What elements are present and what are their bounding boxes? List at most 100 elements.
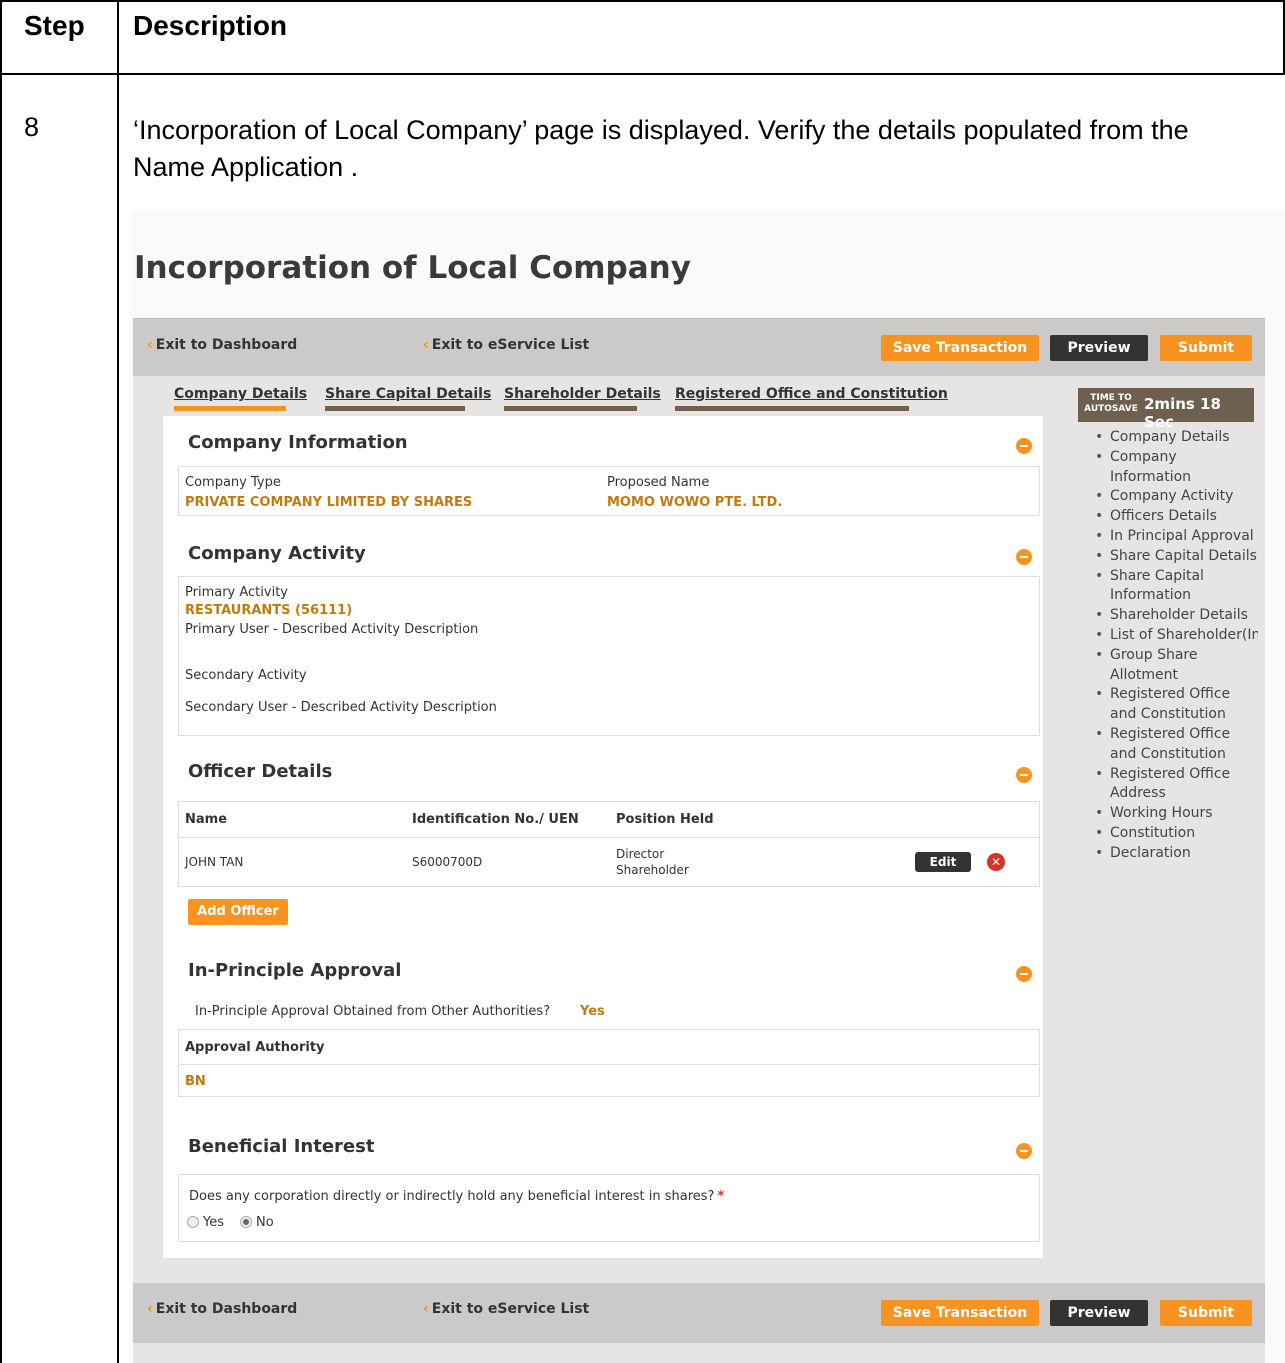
collapse-icon[interactable] xyxy=(1016,549,1032,565)
primary-activity-value: RESTAURANTS (56111) xyxy=(185,603,353,618)
company-type-value: PRIVATE COMPANY LIMITED BY SHARES xyxy=(185,495,473,510)
in-principle-question: In-Principle Approval Obtained from Othe… xyxy=(195,1004,551,1019)
column-header-name: Name xyxy=(185,812,228,827)
tab-bar: Company Details Share Capital Details Sh… xyxy=(133,376,1073,416)
autosave-time: 2mins 18 Sec xyxy=(1144,395,1221,431)
sidebar-item[interactable]: Group Share Allotment xyxy=(1086,646,1258,686)
preview-button-bottom[interactable]: Preview xyxy=(1050,1300,1148,1326)
delete-icon[interactable]: ✕ xyxy=(987,853,1005,871)
officer-details-title: Officer Details xyxy=(188,761,333,782)
chevron-left-icon: ‹ xyxy=(147,1301,153,1317)
sidebar-item[interactable]: Registered Office and Constitution xyxy=(1086,725,1258,765)
table-row-divider xyxy=(179,1064,1039,1065)
tab-share-capital-details[interactable]: Share Capital Details xyxy=(325,386,491,402)
approval-authority-header: Approval Authority xyxy=(185,1040,325,1055)
add-officer-button[interactable]: Add Officer xyxy=(188,899,288,925)
tab-indicator-active xyxy=(174,406,286,411)
tab-indicator xyxy=(325,406,465,411)
in-principle-approval-title: In-Principle Approval xyxy=(188,960,402,981)
collapse-icon[interactable] xyxy=(1016,966,1032,982)
app-window: ‹ Exit to Dashboard ‹ Exit to eService Lis… xyxy=(133,318,1265,1363)
column-divider xyxy=(117,0,119,1363)
header-description: Description xyxy=(133,10,288,41)
collapse-icon[interactable] xyxy=(1016,767,1032,783)
table-left-border xyxy=(0,0,2,1363)
page-title: Incorporation of Local Company xyxy=(134,250,691,286)
chevron-left-icon: ‹ xyxy=(423,1301,429,1317)
submit-button-bottom[interactable]: Submit xyxy=(1160,1300,1252,1326)
chevron-left-icon: ‹ xyxy=(147,337,153,353)
submit-button[interactable]: Submit xyxy=(1160,335,1252,361)
chevron-left-icon: ‹ xyxy=(423,337,429,353)
officer-table: Name Identification No./ UEN Position He… xyxy=(178,801,1040,887)
tab-shareholder-details[interactable]: Shareholder Details xyxy=(504,386,661,402)
sidebar: TIME TOAUTOSAVE 2mins 18 Sec Company Det… xyxy=(1078,376,1258,1258)
exit-dashboard-label: Exit to Dashboard xyxy=(155,337,298,353)
autosave-label-line1: TIME TO xyxy=(1090,393,1132,403)
officer-name: JOHN TAN xyxy=(185,855,244,869)
sidebar-item[interactable]: Share Capital Details xyxy=(1086,547,1258,567)
exit-eservice-link-bottom[interactable]: ‹ Exit to eService List xyxy=(423,1301,589,1317)
sidebar-item[interactable]: Company Information xyxy=(1086,448,1258,488)
officer-id: S6000700D xyxy=(412,855,483,869)
primary-user-description: Primary User - Described Activity Descri… xyxy=(185,622,479,637)
exit-eservice-label: Exit to eService List xyxy=(431,1301,590,1317)
sidebar-item[interactable]: Share Capital Information xyxy=(1086,567,1258,607)
header-row-divider xyxy=(0,73,1285,75)
column-header-id: Identification No./ UEN xyxy=(412,812,579,827)
sidebar-item[interactable]: List of Shareholder(Individu xyxy=(1086,626,1258,646)
autosave-label: TIME TO AUTOSAVE xyxy=(1081,393,1141,415)
preview-button[interactable]: Preview xyxy=(1050,335,1148,361)
sidebar-item[interactable]: Constitution xyxy=(1086,824,1258,844)
step-number: 8 xyxy=(24,112,40,142)
beneficial-interest-title: Beneficial Interest xyxy=(188,1136,375,1157)
radio-yes-label: Yes xyxy=(203,1215,224,1230)
collapse-icon[interactable] xyxy=(1016,1143,1032,1159)
company-activity-box: Primary Activity RESTAURANTS (56111) Pri… xyxy=(178,576,1040,736)
question-text: Does any corporation directly or indirec… xyxy=(189,1189,715,1204)
radio-no[interactable] xyxy=(240,1216,252,1228)
table-row-divider xyxy=(179,837,1039,838)
column-header-position: Position Held xyxy=(616,812,714,827)
radio-no-label: No xyxy=(256,1215,274,1230)
required-marker: * xyxy=(717,1189,725,1204)
sidebar-item[interactable]: Working Hours xyxy=(1086,804,1258,824)
approval-authority-value: BN xyxy=(185,1074,206,1089)
proposed-name-value: MOMO WOWO PTE. LTD. xyxy=(607,495,783,510)
exit-eservice-link[interactable]: ‹ Exit to eService List xyxy=(423,337,589,353)
header-step: Step xyxy=(24,10,85,41)
company-activity-title: Company Activity xyxy=(188,543,366,564)
company-information-title: Company Information xyxy=(188,432,408,453)
beneficial-interest-box: Does any corporation directly or indirec… xyxy=(178,1174,1040,1242)
sidebar-item[interactable]: Registered Office and Constitution xyxy=(1086,685,1258,725)
sidebar-item[interactable]: In Principal Approval xyxy=(1086,527,1258,547)
tab-registered-office[interactable]: Registered Office and Constitution xyxy=(675,386,948,402)
sidebar-item[interactable]: Company Details xyxy=(1086,428,1258,448)
exit-dashboard-label: Exit to Dashboard xyxy=(155,1301,298,1317)
in-principle-answer: Yes xyxy=(580,1004,605,1019)
sidebar-item[interactable]: Shareholder Details xyxy=(1086,606,1258,626)
collapse-icon[interactable] xyxy=(1016,438,1032,454)
tab-company-details[interactable]: Company Details xyxy=(174,386,307,402)
edit-officer-button[interactable]: Edit xyxy=(915,852,971,872)
radio-yes[interactable] xyxy=(187,1216,199,1228)
save-transaction-button-bottom[interactable]: Save Transaction xyxy=(881,1300,1039,1326)
table-top-border xyxy=(0,0,1285,2)
proposed-name-label: Proposed Name xyxy=(607,475,710,490)
save-transaction-button[interactable]: Save Transaction xyxy=(881,335,1039,361)
secondary-user-description: Secondary User - Described Activity Desc… xyxy=(185,700,497,715)
autosave-label-line2: AUTOSAVE xyxy=(1084,404,1138,414)
exit-dashboard-link[interactable]: ‹ Exit to Dashboard xyxy=(147,337,297,353)
document-table: Step Description 8 ‘Incorporation of Loc… xyxy=(0,0,1285,1363)
sidebar-item[interactable]: Registered Office Address xyxy=(1086,765,1258,805)
exit-dashboard-link-bottom[interactable]: ‹ Exit to Dashboard xyxy=(147,1301,297,1317)
exit-eservice-label: Exit to eService List xyxy=(431,337,590,353)
officer-position-2: Shareholder xyxy=(616,863,689,877)
sidebar-item[interactable]: Officers Details xyxy=(1086,507,1258,527)
sidebar-item[interactable]: Declaration xyxy=(1086,844,1258,864)
secondary-activity-label: Secondary Activity xyxy=(185,668,307,683)
sidebar-item[interactable]: Company Activity xyxy=(1086,487,1258,507)
step-description: ‘Incorporation of Local Company’ page is… xyxy=(133,115,1189,182)
tab-indicator xyxy=(675,406,909,411)
bottom-toolbar: ‹ Exit to Dashboard ‹ Exit to eService Lis… xyxy=(133,1283,1265,1343)
